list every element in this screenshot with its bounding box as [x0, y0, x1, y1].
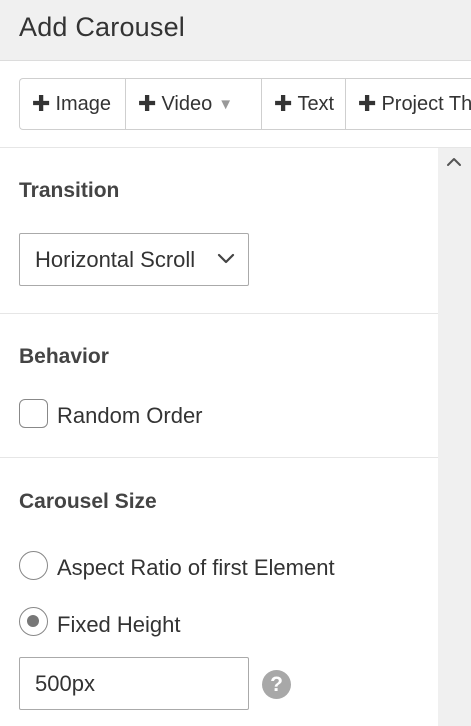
fixed-height-radio[interactable] [19, 607, 48, 636]
add-text-label: Text [297, 92, 335, 115]
toolbar-area: ✚ Image ✚ Video ▼ ✚ Text ✚ Project Th [0, 61, 471, 148]
behavior-heading: Behavior [19, 345, 109, 368]
section-divider [0, 313, 438, 314]
settings-panel: Transition Horizontal Scroll Behavior Ra… [0, 148, 438, 726]
carousel-size-heading: Carousel Size [19, 490, 157, 513]
random-order-checkbox[interactable] [19, 399, 48, 428]
fixed-height-input[interactable] [19, 657, 249, 710]
section-divider [0, 457, 438, 458]
aspect-ratio-label[interactable]: Aspect Ratio of first Element [57, 555, 335, 581]
add-image-button[interactable]: ✚ Image [20, 79, 126, 129]
add-element-toolbar: ✚ Image ✚ Video ▼ ✚ Text ✚ Project Th [19, 78, 471, 130]
fixed-height-label[interactable]: Fixed Height [57, 612, 181, 638]
transition-selected-value: Horizontal Scroll [35, 246, 196, 272]
scroll-up-icon[interactable] [444, 152, 464, 172]
caret-down-icon[interactable]: ▼ [218, 96, 233, 113]
dialog-title: Add Carousel [19, 12, 185, 42]
add-project-label: Project Th [381, 92, 471, 115]
random-order-label[interactable]: Random Order [57, 403, 203, 429]
add-video-label: Video [161, 92, 213, 115]
chevron-down-icon [217, 253, 235, 264]
add-project-button[interactable]: ✚ Project Th [346, 79, 471, 129]
plus-icon: ✚ [274, 91, 293, 116]
plus-icon: ✚ [358, 91, 377, 116]
transition-heading: Transition [19, 179, 120, 202]
plus-icon: ✚ [138, 91, 157, 116]
vertical-scrollbar[interactable] [438, 148, 471, 726]
add-video-button[interactable]: ✚ Video ▼ [126, 79, 262, 129]
add-image-label: Image [55, 92, 112, 115]
plus-icon: ✚ [32, 91, 51, 116]
transition-select[interactable]: Horizontal Scroll [19, 233, 249, 286]
dialog-header: Add Carousel [0, 0, 471, 61]
add-text-button[interactable]: ✚ Text [262, 79, 346, 129]
aspect-ratio-radio[interactable] [19, 551, 48, 580]
help-icon[interactable]: ? [262, 670, 291, 699]
